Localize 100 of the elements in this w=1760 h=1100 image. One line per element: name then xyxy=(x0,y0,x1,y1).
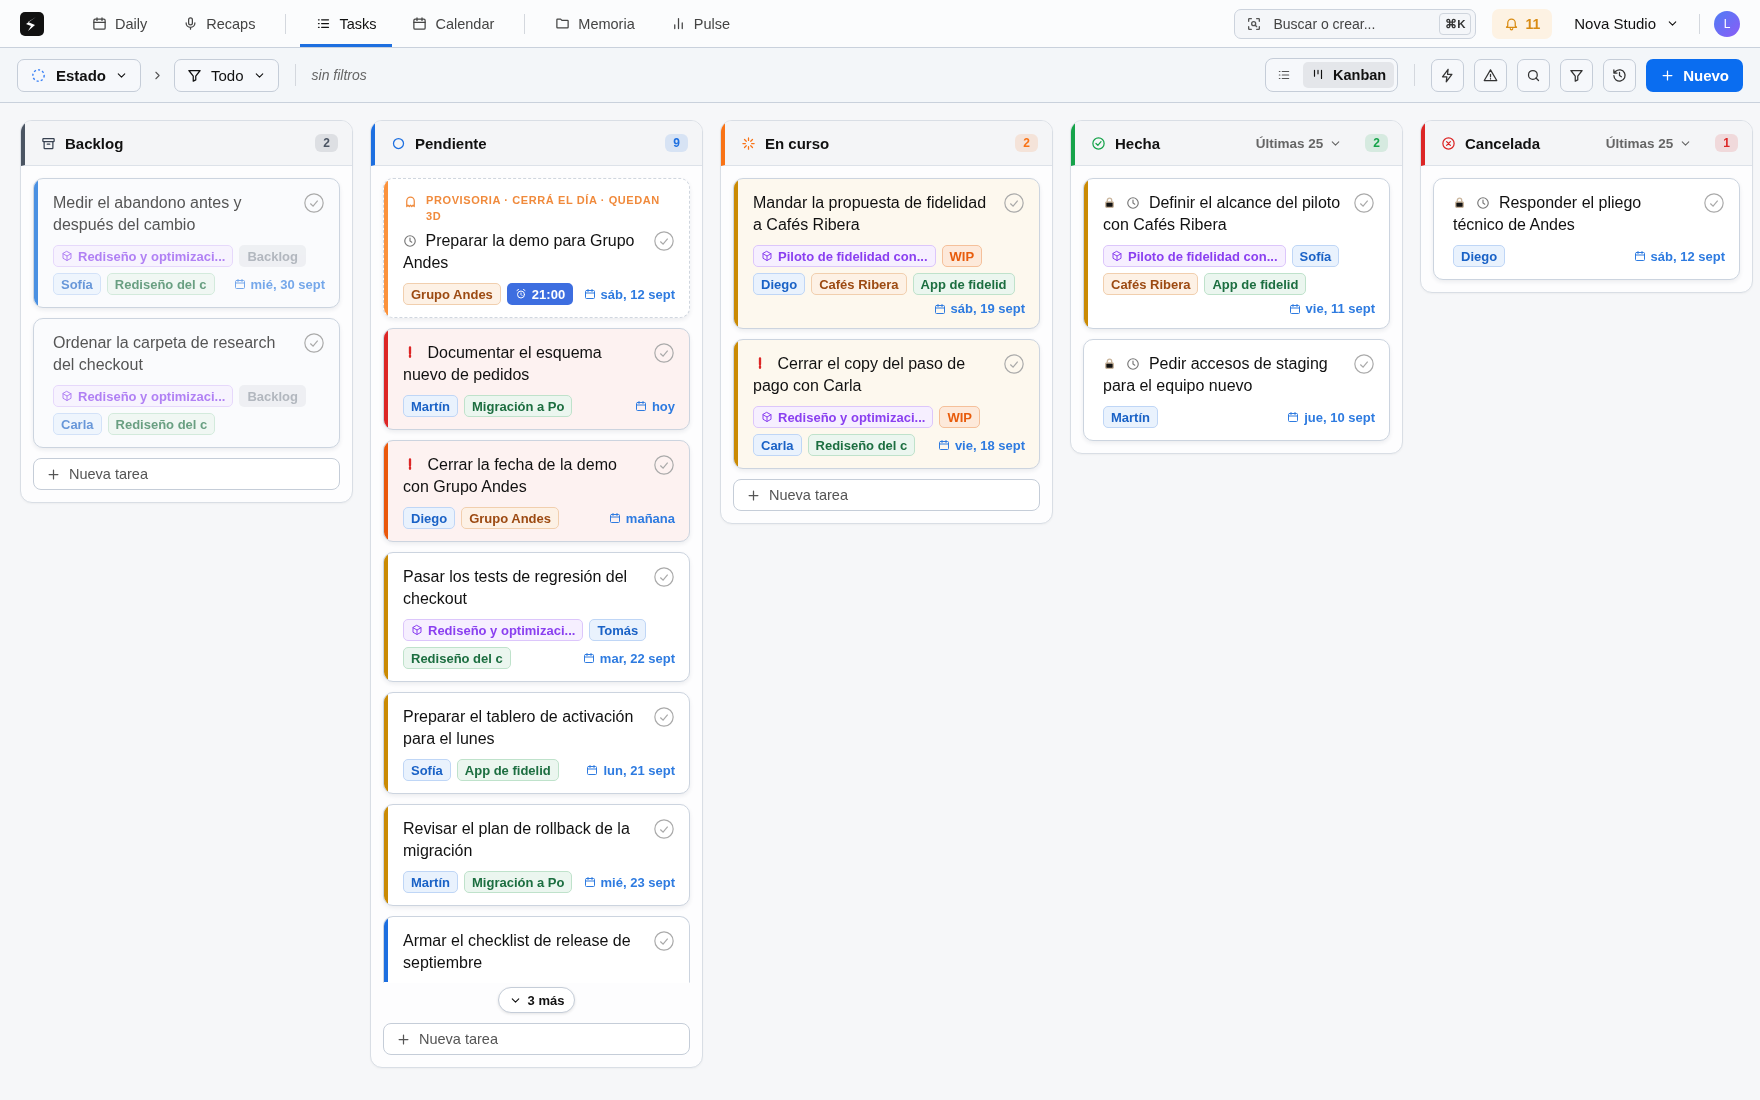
column-title: Cancelada xyxy=(1465,134,1541,152)
filter-dropdown[interactable]: Todo xyxy=(174,58,279,92)
calendar-icon xyxy=(412,16,428,31)
task-card[interactable]: Revisar el plan de rollback de la migración Martín Migración a Po mié, 23 sept xyxy=(383,804,690,906)
plus-icon xyxy=(746,487,761,503)
cube-icon xyxy=(411,624,423,636)
logo-icon[interactable] xyxy=(20,11,44,36)
nav-tab[interactable]: Recaps xyxy=(167,0,272,47)
state-picker[interactable]: Estado xyxy=(17,58,141,92)
filter-button[interactable] xyxy=(1560,58,1594,92)
due-date: jue, 10 sept xyxy=(1304,409,1375,425)
complete-check-icon[interactable] xyxy=(653,230,675,252)
nav-tab[interactable]: Calendar xyxy=(396,0,511,47)
new-task-button[interactable]: Nueva tarea xyxy=(383,1023,690,1055)
complete-check-icon[interactable] xyxy=(1703,192,1725,214)
task-title: Mandar la propuesta de fidelidad a Cafés Ribera xyxy=(753,194,987,233)
calendar-icon xyxy=(937,439,950,451)
column-title: Backlog xyxy=(65,134,124,152)
task-title: Responder el pliego técnico de Andes xyxy=(1453,194,1642,233)
project-label: Piloto de fidelidad con... xyxy=(778,248,928,264)
nav-tab[interactable]: Memoria xyxy=(539,0,651,47)
person-label: Diego xyxy=(1461,248,1498,264)
complete-check-icon[interactable] xyxy=(303,332,325,354)
person-label: Diego xyxy=(761,276,798,292)
task-card[interactable]: Medir el abandono antes y después del cambio Rediseño y optimizaci... Backlog Sofía Rediseño del c mié, 30 sept xyxy=(33,178,340,308)
task-card[interactable]: Pasar los tests de regresión del checkout Rediseño y optimizaci... Tomás Rediseño del c mar, 22 sept xyxy=(383,552,690,682)
due-date: hoy xyxy=(651,398,675,414)
task-card[interactable]: Preparar el tablero de activación para el lunes Sofía App de fidelid lun, 21 sept xyxy=(383,692,690,794)
complete-check-icon[interactable] xyxy=(1003,192,1025,214)
due-date: mañana xyxy=(625,510,675,526)
plus-icon xyxy=(396,1031,411,1047)
count-badge: 2 xyxy=(1015,134,1038,152)
area-label: App de fidelid xyxy=(464,762,551,778)
person-label: Sofía xyxy=(61,276,93,292)
x-circle-icon xyxy=(1441,135,1456,151)
provisional-label: PROVISORIA · CERRÁ EL DÍA · QUEDAN 3D xyxy=(426,193,661,224)
history-button[interactable] xyxy=(1603,58,1637,92)
task-title: Preparar la demo para Grupo Andes xyxy=(403,232,635,271)
calendar-icon xyxy=(582,652,595,664)
complete-check-icon[interactable] xyxy=(1353,353,1375,375)
task-title: Definir el alcance del piloto con Cafés Ribera xyxy=(1103,194,1341,233)
due-date: vie, 11 sept xyxy=(1305,301,1375,316)
due-date: vie, 18 sept xyxy=(954,437,1025,453)
nav-tab[interactable]: Daily xyxy=(76,0,164,47)
task-card[interactable]: Responder el pliego técnico de Andes Diego sáb, 12 sept xyxy=(1433,178,1740,280)
client-label: Grupo Andes xyxy=(469,510,551,526)
due-date: sáb, 12 sept xyxy=(600,286,675,302)
calendar-icon xyxy=(1287,411,1300,423)
complete-check-icon[interactable] xyxy=(1003,353,1025,375)
ghost-icon xyxy=(403,194,418,209)
bolt-button[interactable] xyxy=(1431,58,1465,92)
column-title: En curso xyxy=(765,134,830,152)
task-title: Cerrar el copy del paso de pago con Carla xyxy=(753,355,966,394)
task-card[interactable]: Pedir accesos de staging para el equipo nuevo Martín jue, 10 sept xyxy=(1083,339,1390,441)
new-task-button[interactable]: Nueva tarea xyxy=(733,479,1040,511)
task-title: Revisar el plan de rollback de la migración xyxy=(403,820,630,859)
wip-label: WIP xyxy=(949,248,975,264)
count-badge: 9 xyxy=(665,134,688,152)
kanban-icon xyxy=(1311,68,1325,82)
new-button[interactable]: Nuevo xyxy=(1646,58,1743,92)
task-card[interactable]: Cerrar la fecha de la demo con Grupo Andes Diego Grupo Andes mañana xyxy=(383,440,690,542)
area-label: Rediseño del c xyxy=(815,437,908,453)
complete-check-icon[interactable] xyxy=(653,342,675,364)
client-label: Cafés Ribera xyxy=(1111,276,1191,292)
complete-check-icon[interactable] xyxy=(653,818,675,840)
task-card[interactable]: Mandar la propuesta de fidelidad a Cafés Ribera Piloto de fidelidad con... WIP Diego Cafés Ribera App de fidelid sáb, 19 sept xyxy=(733,178,1040,329)
task-card[interactable]: Ordenar la carpeta de research del checkout Rediseño y optimizaci... Backlog Carla Rediseño del c xyxy=(33,318,340,448)
task-title: Pasar los tests de regresión del checkout xyxy=(403,568,628,607)
task-card[interactable]: Cerrar el copy del paso de pago con Carla Rediseño y optimizaci... WIP Carla Rediseño del c vie, 18 sept xyxy=(733,339,1040,469)
task-card[interactable]: PROVISORIA · CERRÁ EL DÍA · QUEDAN 3D Preparar la demo para Grupo Andes Grupo Andes 21:00 sáb, 12 sept xyxy=(383,178,690,318)
range-dropdown[interactable]: Últimas 25 xyxy=(1605,135,1693,151)
filter-icon xyxy=(187,67,202,83)
complete-check-icon[interactable] xyxy=(653,706,675,728)
person-label: Martín xyxy=(411,398,450,414)
kanban-view-tab[interactable]: Kanban xyxy=(1303,62,1395,88)
complete-check-icon[interactable] xyxy=(1353,192,1375,214)
bell-icon xyxy=(1504,16,1520,31)
project-label: Rediseño y optimizaci... xyxy=(428,622,576,638)
show-more-button[interactable]: 3 más xyxy=(497,987,576,1013)
filter-icon xyxy=(1569,67,1585,83)
complete-check-icon[interactable] xyxy=(303,192,325,214)
task-title: Documentar el esquema nuevo de pedidos xyxy=(403,344,602,383)
warning-button[interactable] xyxy=(1474,58,1508,92)
complete-check-icon[interactable] xyxy=(653,930,675,952)
search-button[interactable] xyxy=(1517,58,1551,92)
complete-check-icon[interactable] xyxy=(653,454,675,476)
count-badge: 1 xyxy=(1715,134,1738,152)
workspace-switcher[interactable]: Nova Studio xyxy=(1568,15,1685,32)
person-label: Carla xyxy=(61,416,94,432)
complete-check-icon[interactable] xyxy=(653,566,675,588)
history-icon xyxy=(1612,67,1628,83)
task-card[interactable]: Armar el checklist de release de septiembre xyxy=(383,916,690,983)
range-dropdown[interactable]: Últimas 25 xyxy=(1255,135,1343,151)
task-card[interactable]: Definir el alcance del piloto con Cafés Ribera Piloto de fidelidad con... Sofía Cafés Ribera App de fidelid vie, 11 sept xyxy=(1083,178,1390,329)
task-card[interactable]: Documentar el esquema nuevo de pedidos Martín Migración a Po hoy xyxy=(383,328,690,430)
avatar[interactable]: L xyxy=(1714,10,1740,37)
new-task-button[interactable]: Nueva tarea xyxy=(33,458,340,490)
nav-tab[interactable]: Pulse xyxy=(654,0,746,47)
area-label: Migración a Po xyxy=(472,874,565,890)
shortcut-key: ⌘K xyxy=(1439,12,1472,35)
